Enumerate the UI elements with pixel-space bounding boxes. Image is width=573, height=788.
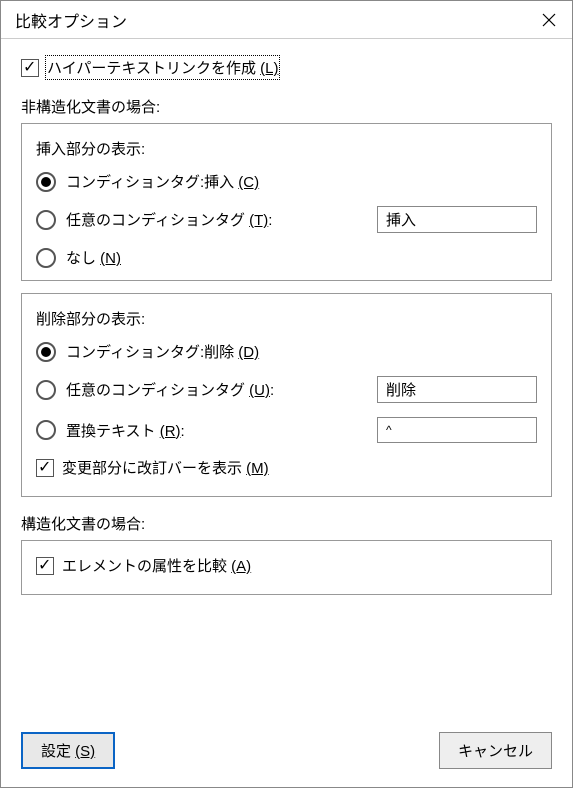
insert-condition-radio[interactable] (36, 172, 56, 192)
compare-attrs-label: エレメントの属性を比較 (A) (62, 555, 251, 576)
hypertext-checkbox[interactable] (21, 59, 39, 77)
hypertext-row: ハイパーテキストリンクを作成 (L) (21, 57, 552, 78)
delete-replace-label: 置換テキスト (R): (66, 420, 185, 441)
show-revision-bar-label: 変更部分に改訂バーを表示 (M) (62, 457, 269, 478)
hypertext-label: ハイパーテキストリンクを作成 (L) (47, 57, 278, 78)
insert-custom-row: 任意のコンディションタグ (T): (36, 206, 537, 233)
delete-condition-radio[interactable] (36, 342, 56, 362)
compare-attrs-checkbox[interactable] (36, 557, 54, 575)
delete-condition-row: コンディションタグ:削除 (D) (36, 341, 537, 362)
window-title: 比較オプション (15, 8, 127, 32)
insert-none-label: なし (N) (66, 247, 121, 268)
compare-attrs-row: エレメントの属性を比較 (A) (36, 555, 537, 576)
delete-group-title: 削除部分の表示: (36, 308, 537, 329)
titlebar: 比較オプション (1, 1, 572, 39)
show-revision-bar-checkbox[interactable] (36, 459, 54, 477)
delete-replace-input[interactable] (377, 417, 537, 443)
cancel-button[interactable]: キャンセル (439, 732, 552, 769)
unstructured-label: 非構造化文書の場合: (21, 96, 552, 117)
insert-condition-label: コンディションタグ:挿入 (C) (66, 171, 259, 192)
dialog-content: ハイパーテキストリンクを作成 (L) 非構造化文書の場合: 挿入部分の表示: コ… (1, 39, 572, 722)
insert-custom-label: 任意のコンディションタグ (T): (66, 209, 272, 230)
close-button[interactable] (526, 1, 572, 39)
delete-condition-label: コンディションタグ:削除 (D) (66, 341, 259, 362)
close-icon (542, 13, 556, 27)
delete-custom-input[interactable] (377, 376, 537, 403)
structured-label: 構造化文書の場合: (21, 513, 552, 534)
delete-replace-radio[interactable] (36, 420, 56, 440)
insert-condition-row: コンディションタグ:挿入 (C) (36, 171, 537, 192)
footer: 設定 (S) キャンセル (1, 722, 572, 787)
insert-none-radio[interactable] (36, 248, 56, 268)
delete-custom-radio[interactable] (36, 380, 56, 400)
insert-custom-radio[interactable] (36, 210, 56, 230)
insert-none-row: なし (N) (36, 247, 537, 268)
structured-group: エレメントの属性を比較 (A) (21, 540, 552, 595)
delete-group: 削除部分の表示: コンディションタグ:削除 (D) 任意のコンディションタグ (… (21, 293, 552, 497)
delete-replace-row: 置換テキスト (R): (36, 417, 537, 443)
show-revision-bar-row: 変更部分に改訂バーを表示 (M) (36, 457, 537, 478)
insert-group: 挿入部分の表示: コンディションタグ:挿入 (C) 任意のコンディションタグ (… (21, 123, 552, 281)
delete-custom-label: 任意のコンディションタグ (U): (66, 379, 274, 400)
insert-custom-input[interactable] (377, 206, 537, 233)
delete-custom-row: 任意のコンディションタグ (U): (36, 376, 537, 403)
insert-group-title: 挿入部分の表示: (36, 138, 537, 159)
set-button[interactable]: 設定 (S) (21, 732, 115, 769)
